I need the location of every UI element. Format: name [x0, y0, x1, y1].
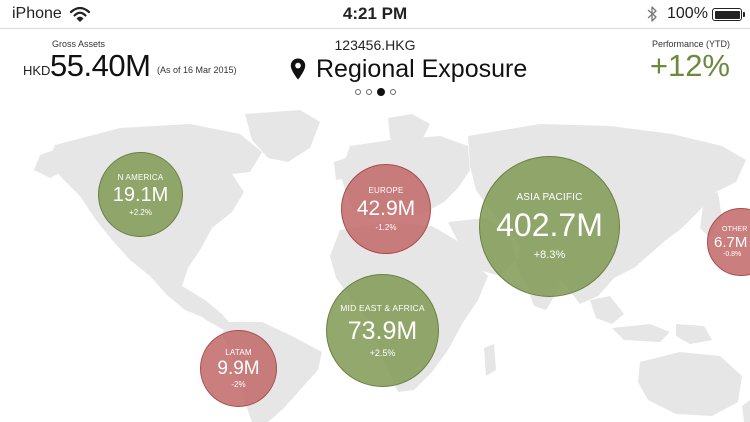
account-id: 123456.HKG — [334, 37, 416, 53]
gross-assets-value: 55.40M — [50, 48, 151, 83]
page-title-group: Regional Exposure — [290, 54, 527, 84]
status-bar: iPhone 4:21 PM 100% — [0, 0, 750, 28]
region-change: +2.5% — [369, 348, 396, 359]
region-change: +2.2% — [129, 207, 152, 217]
page-dot-2[interactable] — [366, 89, 372, 95]
region-name: OTHER — [722, 225, 748, 233]
region-name: N AMERICA — [117, 172, 164, 182]
region-change: -1.2% — [375, 222, 397, 232]
page-indicator[interactable] — [355, 88, 399, 96]
battery-percent: 100% — [667, 5, 708, 22]
region-value: 19.1M — [112, 183, 169, 206]
status-clock: 4:21 PM — [342, 4, 408, 23]
performance-value: +12% — [649, 48, 730, 83]
region-bubble-n-america[interactable]: N AMERICA 19.1M +2.2% — [98, 152, 183, 237]
region-name: MID EAST & AFRICA — [340, 302, 425, 313]
region-value: 42.9M — [356, 197, 416, 221]
page-title: Regional Exposure — [316, 54, 528, 83]
currency-label: HKD — [23, 63, 51, 78]
region-value: 9.9M — [217, 358, 260, 380]
page-dot-1[interactable] — [355, 89, 361, 95]
map-pin-icon — [290, 58, 306, 80]
page-dot-4[interactable] — [390, 89, 396, 95]
battery-icon — [712, 8, 745, 21]
region-name: ASIA PACIFIC — [516, 192, 583, 204]
page-dot-3[interactable] — [377, 88, 385, 96]
bluetooth-icon — [647, 6, 657, 22]
region-name: LATAM — [225, 348, 252, 358]
region-change: -0.8% — [723, 251, 742, 259]
region-value: 402.7M — [496, 207, 603, 244]
region-change: -2% — [231, 379, 246, 389]
status-divider — [0, 28, 750, 29]
region-change: +8.3% — [533, 248, 566, 261]
region-bubble-europe[interactable]: EUROPE 42.9M -1.2% — [341, 164, 431, 254]
region-value: 73.9M — [347, 316, 418, 345]
region-bubble-asia-pacific[interactable]: ASIA PACIFIC 402.7M +8.3% — [479, 156, 620, 297]
as-of-date: (As of 16 Mar 2015) — [157, 65, 237, 75]
region-bubble-latam[interactable]: LATAM 9.9M -2% — [200, 330, 277, 407]
region-value: 6.7M — [714, 233, 748, 251]
region-name: EUROPE — [368, 186, 404, 196]
region-bubble-mid-east-africa[interactable]: MID EAST & AFRICA 73.9M +2.5% — [326, 274, 439, 387]
